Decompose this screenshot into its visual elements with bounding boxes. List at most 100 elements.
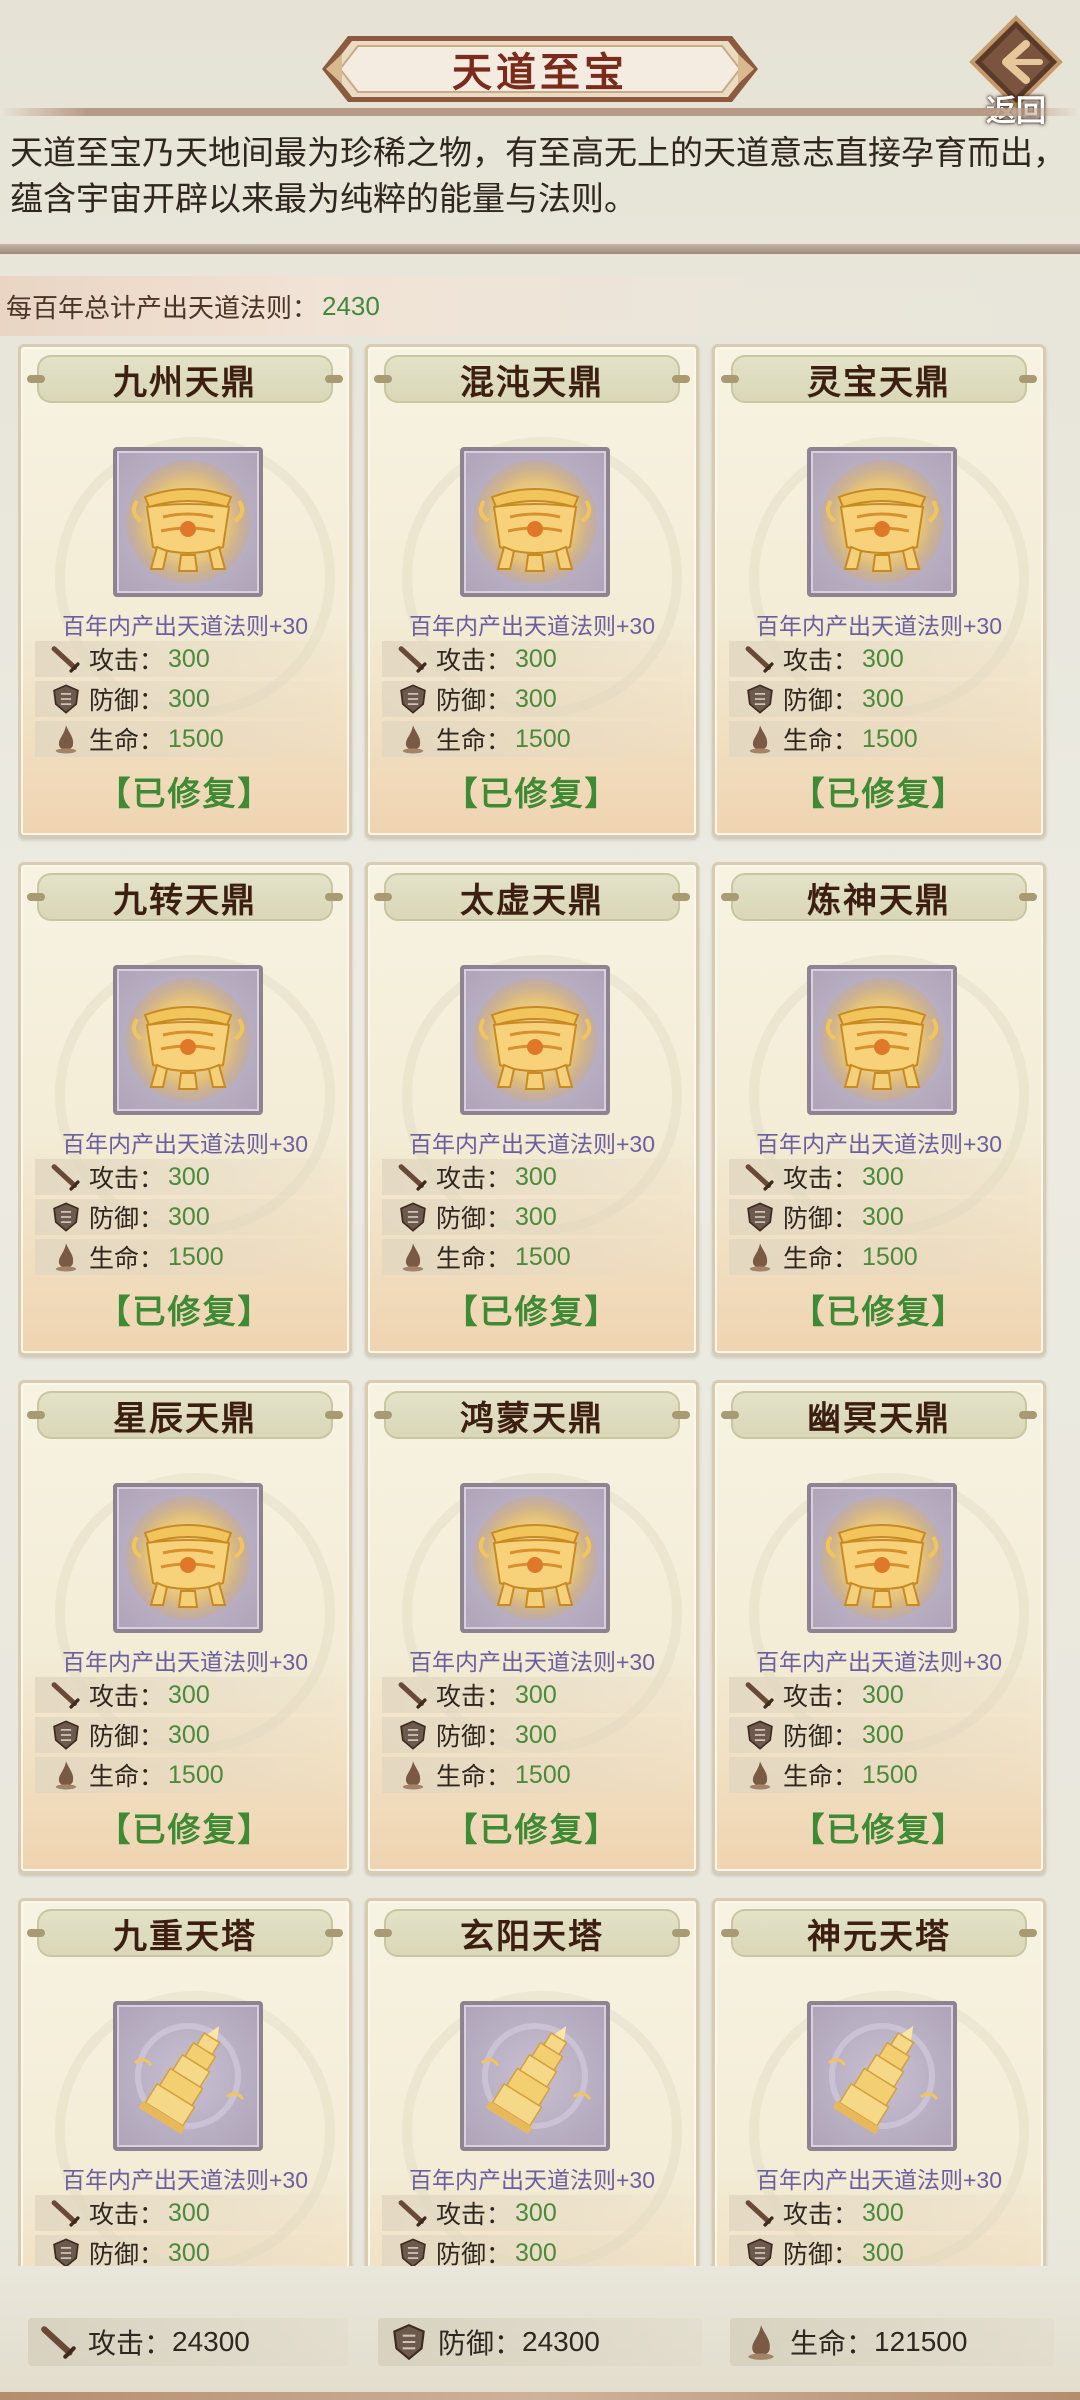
stat-defense-row: 防御： 300 [382, 681, 682, 717]
stat-attack-label: 攻击： [436, 1165, 512, 1193]
golden-cauldron-icon [473, 1496, 597, 1620]
stat-attack-row: 攻击： 300 [35, 641, 335, 677]
sword-icon [398, 646, 427, 673]
shield-icon [53, 1720, 79, 1750]
treasure-production: 百年内产出天道法则+30 [755, 1131, 1002, 1157]
stat-defense-row: 防御： 300 [35, 2235, 335, 2266]
summary-value: 2430 [322, 290, 380, 321]
stat-defense-label: 防御： [89, 2241, 165, 2266]
treasure-icon-frame [807, 965, 957, 1115]
stat-attack-value: 300 [862, 644, 904, 673]
stat-life-row: 生命： 1500 [35, 1239, 335, 1275]
stat-attack-label: 攻击： [436, 2201, 512, 2229]
stat-attack-value: 300 [515, 1680, 557, 1709]
stat-defense-value: 300 [168, 1202, 210, 1231]
shield-icon [393, 2324, 425, 2361]
stat-attack-row: 攻击： 300 [382, 1159, 682, 1195]
golden-cauldron-icon [126, 978, 250, 1102]
golden-cauldron-icon [473, 460, 597, 584]
treasure-production: 百年内产出天道法则+30 [408, 1131, 655, 1157]
flame-icon [749, 725, 771, 754]
repair-status: 【已修复】 [444, 1811, 620, 1848]
stat-defense-value: 300 [515, 1720, 557, 1749]
stat-attack-row: 攻击： 300 [35, 1159, 335, 1195]
header-divider [0, 108, 1080, 116]
flame-icon [55, 1243, 77, 1272]
sword-icon [398, 2200, 427, 2227]
stat-defense-row: 防御： 300 [35, 681, 335, 717]
treasure-icon-frame [460, 965, 610, 1115]
treasure-card-5[interactable]: 太虚天鼎 百年内产出天道法则+30 攻击： 300 防御： 300 生命： 15… [365, 862, 699, 1356]
treasure-production: 百年内产出天道法则+30 [408, 613, 655, 639]
stat-defense-value: 300 [515, 2238, 557, 2267]
shield-icon [747, 684, 773, 714]
stat-defense-row: 防御： 300 [729, 1199, 1029, 1235]
back-button[interactable]: 返回 [966, 14, 1066, 128]
repair-status: 【已修复】 [444, 775, 620, 812]
shield-icon [747, 2238, 773, 2266]
stat-life-label: 生命： [89, 1245, 165, 1273]
stat-life-label: 生命： [436, 1763, 512, 1791]
total-life: 生命： 121500 [730, 2318, 1054, 2366]
stat-life-row: 生命： 1500 [382, 721, 682, 757]
treasure-card-10[interactable]: 九重天塔 百年内产出天道法则+30 攻击： 300 防御： 300 [18, 1898, 352, 2266]
treasure-name: 九转天鼎 [27, 873, 343, 921]
stat-defense-row: 防御： 300 [382, 2235, 682, 2266]
treasure-card-6[interactable]: 炼神天鼎 百年内产出天道法则+30 攻击： 300 防御： 300 生命： 15… [712, 862, 1046, 1356]
stat-attack-row: 攻击： 300 [35, 1677, 335, 1713]
stat-defense-label: 防御： [783, 1723, 859, 1751]
treasure-card-1[interactable]: 九州天鼎 百年内产出天道法则+30 攻击： 300 防御： 300 生命： 15… [18, 344, 352, 838]
treasure-card-3[interactable]: 灵宝天鼎 百年内产出天道法则+30 攻击： 300 防御： 300 生命： 15… [712, 344, 1046, 838]
treasure-icon-frame [807, 1483, 957, 1633]
treasure-card-2[interactable]: 混沌天鼎 百年内产出天道法则+30 攻击： 300 防御： 300 生命： 15… [365, 344, 699, 838]
stat-defense-label: 防御： [436, 1723, 512, 1751]
stat-attack-label: 攻击： [436, 647, 512, 675]
flame-icon [402, 725, 424, 754]
shield-icon [53, 1202, 79, 1232]
sword-icon [51, 1682, 80, 1709]
stat-life-value: 1500 [168, 1242, 224, 1271]
treasure-name: 幽冥天鼎 [721, 1391, 1037, 1439]
stat-attack-row: 攻击： 300 [729, 641, 1029, 677]
treasure-production: 百年内产出天道法则+30 [755, 2167, 1002, 2193]
treasure-card-7[interactable]: 星辰天鼎 百年内产出天道法则+30 攻击： 300 防御： 300 生命： 15… [18, 1380, 352, 1874]
treasure-grid: 九州天鼎 百年内产出天道法则+30 攻击： 300 防御： 300 生命： 15… [18, 344, 1062, 2266]
stat-attack-row: 攻击： 300 [35, 2195, 335, 2231]
treasure-card-9[interactable]: 幽冥天鼎 百年内产出天道法则+30 攻击： 300 防御： 300 生命： 15… [712, 1380, 1046, 1874]
stat-defense-row: 防御： 300 [382, 1199, 682, 1235]
treasure-card-8[interactable]: 鸿蒙天鼎 百年内产出天道法则+30 攻击： 300 防御： 300 生命： 15… [365, 1380, 699, 1874]
stat-life-label: 生命： [783, 1763, 859, 1791]
treasure-list-viewport[interactable]: 九州天鼎 百年内产出天道法则+30 攻击： 300 防御： 300 生命： 15… [18, 344, 1062, 2266]
stat-life-label: 生命： [436, 727, 512, 755]
treasure-card-12[interactable]: 神元天塔 百年内产出天道法则+30 攻击： 300 防御： 300 [712, 1898, 1046, 2266]
golden-cauldron-icon [820, 460, 944, 584]
treasure-card-11[interactable]: 玄阳天塔 百年内产出天道法则+30 攻击： 300 防御： 300 [365, 1898, 699, 2266]
treasure-icon-frame [113, 2001, 263, 2151]
stat-defense-row: 防御： 300 [35, 1199, 335, 1235]
stat-attack-value: 300 [862, 1162, 904, 1191]
treasure-production: 百年内产出天道法则+30 [61, 1649, 308, 1675]
stat-attack-value: 300 [515, 1162, 557, 1191]
golden-pagoda-icon [480, 2023, 592, 2135]
stat-life-value: 1500 [515, 1242, 571, 1271]
treasure-production: 百年内产出天道法则+30 [755, 1649, 1002, 1675]
stat-defense-value: 300 [168, 1720, 210, 1749]
treasure-card-4[interactable]: 九转天鼎 百年内产出天道法则+30 攻击： 300 防御： 300 生命： 15… [18, 862, 352, 1356]
description-text: 天道至宝乃天地间最为珍稀之物，有至高无上的天道意志直接孕育而出，蕴含宇宙开辟以来… [10, 134, 1066, 217]
stat-attack-value: 300 [862, 2198, 904, 2227]
stat-attack-value: 300 [862, 1680, 904, 1709]
treasure-icon-frame [113, 447, 263, 597]
sword-icon [51, 1164, 80, 1191]
stat-attack-label: 攻击： [89, 647, 165, 675]
stat-defense-value: 300 [168, 684, 210, 713]
treasure-name: 神元天塔 [721, 1909, 1037, 1957]
treasure-name: 炼神天鼎 [721, 873, 1037, 921]
stat-attack-label: 攻击： [783, 2201, 859, 2229]
sword-icon [51, 2200, 80, 2227]
stat-attack-label: 攻击： [436, 1683, 512, 1711]
treasure-name: 太虚天鼎 [374, 873, 690, 921]
stat-defense-label: 防御： [89, 1723, 165, 1751]
stat-life-value: 1500 [862, 1760, 918, 1789]
treasure-icon-frame [807, 447, 957, 597]
flame-icon [748, 2325, 774, 2360]
